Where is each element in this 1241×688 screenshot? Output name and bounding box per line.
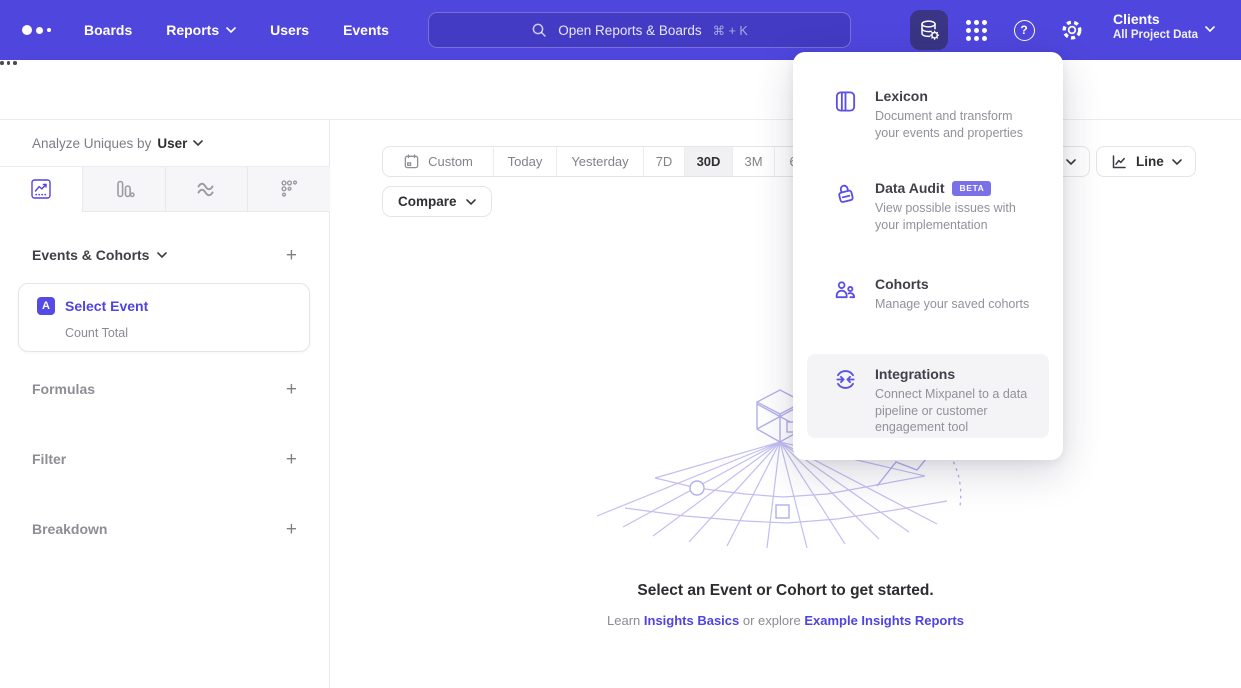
tab-flow-chart[interactable]	[165, 167, 248, 212]
tab-bar-chart[interactable]	[82, 167, 165, 212]
top-navbar: Boards Reports Users Events Open Reports…	[0, 0, 1241, 60]
chevron-down-icon	[1172, 159, 1182, 165]
search-icon	[531, 22, 547, 38]
chart-type-tabs	[0, 166, 330, 212]
search-placeholder: Open Reports & Boards	[558, 23, 701, 38]
report-canvas: Custom Today Yesterday 7D 30D 3M 6M Comp…	[330, 120, 1241, 688]
data-management-icon[interactable]	[910, 10, 948, 50]
empty-state-title: Select an Event or Cohort to get started…	[330, 582, 1241, 600]
events-cohorts-header: Events & Cohorts +	[32, 241, 297, 269]
date-range-today[interactable]: Today	[493, 147, 556, 176]
compare-dropdown[interactable]: Compare	[382, 186, 492, 217]
data-audit-icon	[833, 180, 859, 233]
chart-style-dropdown[interactable]: Line	[1096, 146, 1196, 177]
example-insights-reports-link[interactable]: Example Insights Reports	[804, 613, 964, 628]
date-range-3m[interactable]: 3M	[732, 147, 774, 176]
filter-section: Filter +	[32, 445, 297, 473]
formulas-label: Formulas	[32, 381, 95, 397]
chevron-down-icon	[157, 252, 167, 258]
menu-item-cohorts[interactable]: Cohorts Manage your saved cohorts	[807, 264, 1049, 325]
line-style-icon	[1110, 153, 1128, 171]
select-event-card[interactable]: A Select Event Count Total	[18, 283, 310, 352]
calendar-icon	[403, 153, 420, 170]
menu-item-data-audit[interactable]: Data Audit BETA View possible issues wit…	[807, 168, 1049, 245]
line-chart-icon	[30, 178, 52, 200]
formulas-section: Formulas +	[32, 375, 297, 403]
add-formula-button[interactable]: +	[286, 380, 297, 399]
project-scope: All Project Data	[1113, 28, 1198, 43]
insights-report-page: Boards Reports Users Events Open Reports…	[0, 0, 1241, 688]
date-range-yesterday[interactable]: Yesterday	[556, 147, 643, 176]
tab-line-chart[interactable]	[0, 167, 82, 212]
chevron-down-icon	[226, 27, 236, 33]
apps-grid-icon[interactable]	[962, 17, 990, 43]
analyze-label: Analyze Uniques by	[32, 136, 151, 151]
bar-chart-icon	[113, 178, 135, 200]
project-name: Clients	[1113, 11, 1198, 28]
mixpanel-logo[interactable]	[22, 0, 51, 60]
nav-item-events[interactable]: Events	[343, 22, 389, 38]
global-search-input[interactable]: Open Reports & Boards ⌘ + K	[428, 12, 851, 48]
chevron-down-icon	[466, 199, 476, 205]
lexicon-icon	[833, 88, 859, 141]
date-range-control: Custom Today Yesterday 7D 30D 3M 6M	[382, 146, 823, 177]
analyze-value-dropdown[interactable]: User	[157, 136, 203, 151]
nav-item-users[interactable]: Users	[270, 22, 309, 38]
metric-grid-icon	[278, 178, 300, 200]
menu-item-integrations[interactable]: Integrations Connect Mixpanel to a data …	[807, 354, 1049, 438]
primary-nav: Boards Reports Users Events	[84, 0, 389, 60]
breakdown-section: Breakdown +	[32, 515, 297, 543]
settings-gear-icon[interactable]	[1058, 16, 1086, 44]
events-cohorts-title[interactable]: Events & Cohorts	[32, 247, 167, 263]
date-range-7d[interactable]: 7D	[643, 147, 684, 176]
nav-item-boards[interactable]: Boards	[84, 22, 132, 38]
date-range-30d[interactable]: 30D	[684, 147, 732, 176]
help-icon[interactable]: ?	[1010, 17, 1038, 43]
event-letter-badge: A	[37, 297, 55, 315]
project-selector[interactable]: Clients All Project Data	[1113, 11, 1198, 43]
count-total-label[interactable]: Count Total	[65, 326, 128, 340]
search-shortcut: ⌘ + K	[713, 23, 748, 38]
integrations-icon	[833, 366, 859, 426]
filter-label: Filter	[32, 451, 66, 467]
add-breakdown-button[interactable]: +	[286, 520, 297, 539]
cohorts-icon	[833, 276, 859, 313]
chevron-down-icon	[1205, 26, 1215, 32]
chevron-down-icon	[1066, 159, 1076, 165]
data-management-menu: Lexicon Document and transform your even…	[793, 52, 1063, 460]
menu-item-lexicon[interactable]: Lexicon Document and transform your even…	[807, 76, 1049, 153]
analyze-uniques-row: Analyze Uniques by User	[0, 120, 329, 166]
empty-state-subtitle: Learn Insights Basics or explore Example…	[330, 613, 1241, 628]
add-event-button[interactable]: +	[286, 246, 297, 265]
date-range-custom[interactable]: Custom	[383, 147, 493, 176]
tab-metric-grid[interactable]	[247, 167, 330, 212]
breakdown-label: Breakdown	[32, 521, 107, 537]
query-builder-sidebar: Analyze Uniques by User	[0, 120, 330, 688]
flow-chart-icon	[195, 178, 217, 200]
insights-basics-link[interactable]: Insights Basics	[644, 613, 739, 628]
beta-badge: BETA	[952, 181, 991, 196]
chevron-down-icon	[193, 140, 203, 146]
add-filter-button[interactable]: +	[286, 450, 297, 469]
nav-item-reports[interactable]: Reports	[166, 22, 236, 38]
select-event-label: Select Event	[65, 298, 148, 314]
